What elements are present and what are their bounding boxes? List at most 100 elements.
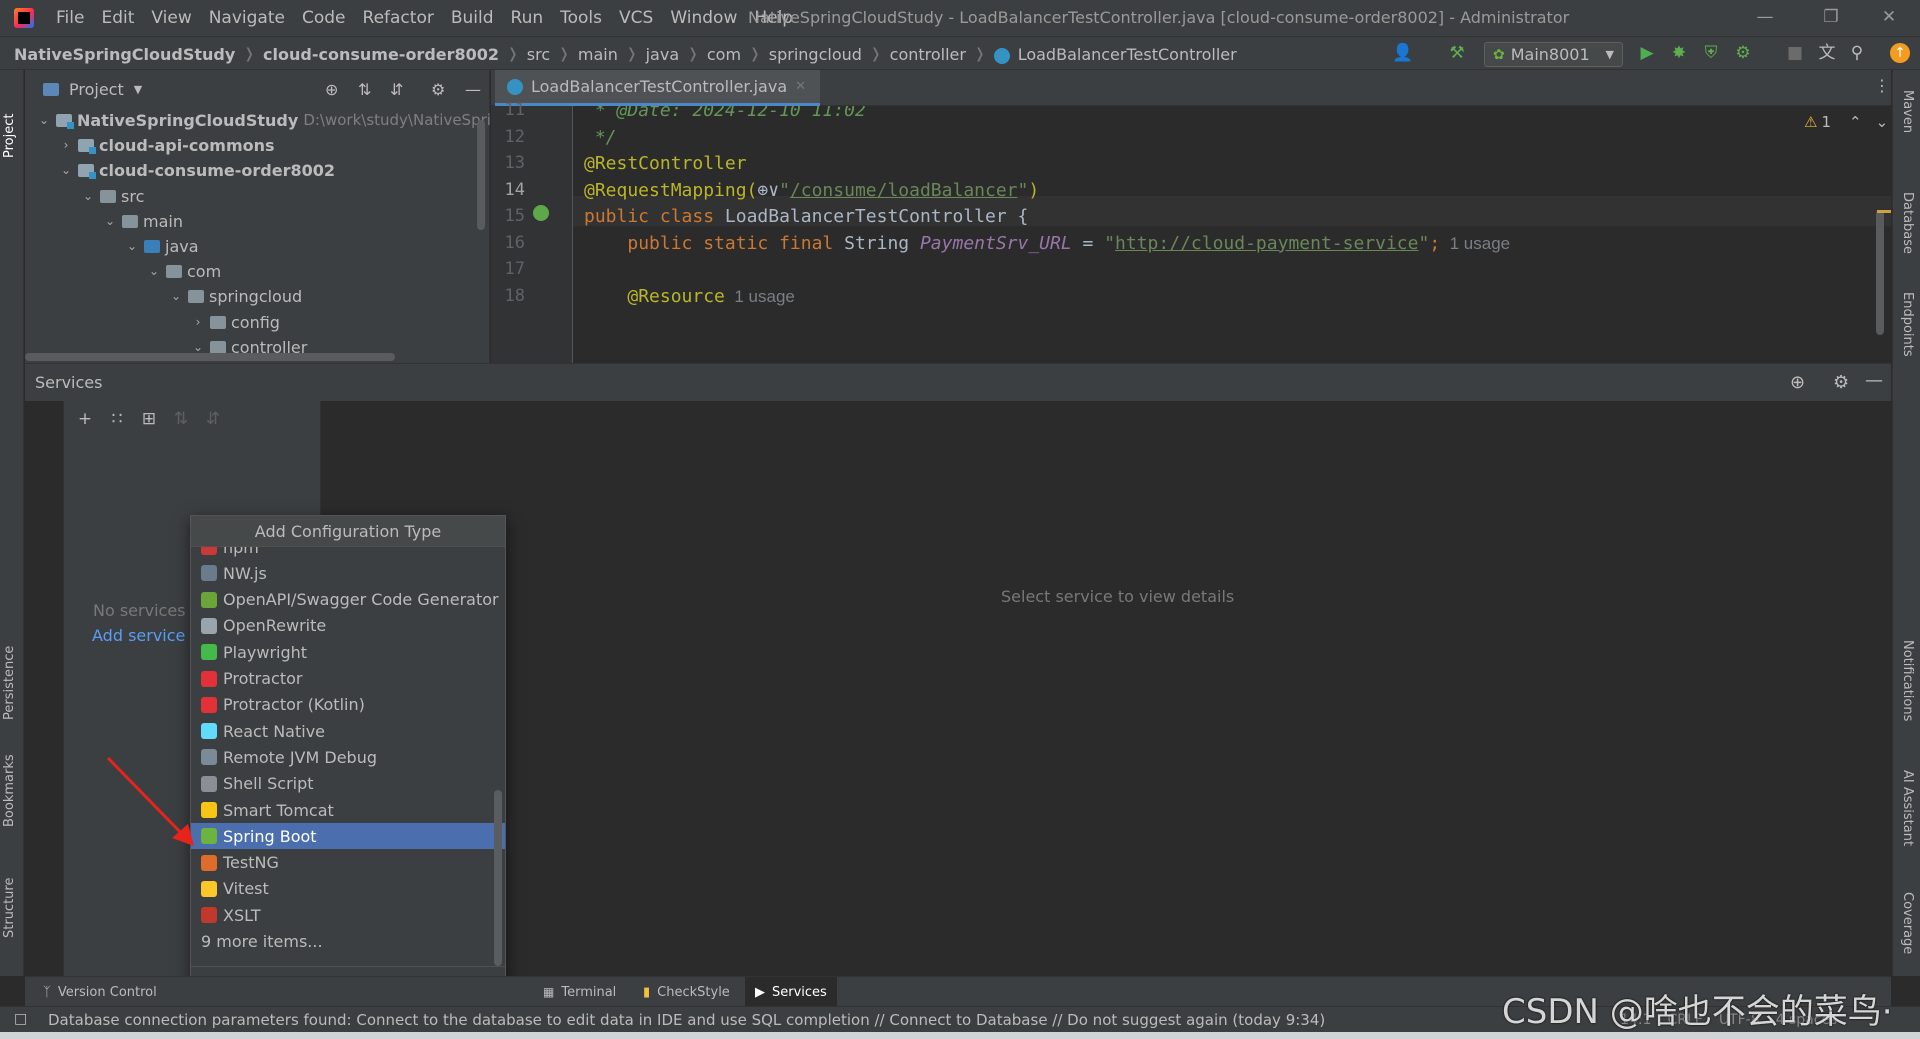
breadcrumb-com[interactable]: com [707,45,741,64]
code-line[interactable]: */ [584,127,617,148]
chevron-down-icon[interactable]: ⌄ [81,184,95,209]
chevron-up-icon[interactable]: ⌃ [1849,113,1862,131]
spring-boot-option[interactable]: Spring Boot [191,823,505,850]
terminal-tab[interactable]: ▦ Terminal [533,977,626,1007]
warning-stripe[interactable] [1877,210,1891,213]
popup-scrollbar[interactable] [494,790,502,966]
menu-refactor[interactable]: Refactor [363,0,434,36]
ai-assistant-tool-tab[interactable]: AI Assistant [1900,770,1915,846]
breadcrumb-springcloud[interactable]: springcloud [769,45,862,64]
menu-edit[interactable]: Edit [101,0,134,36]
code-line[interactable]: @RequestMapping(⊕∨"/consume/loadBalancer… [584,180,1039,201]
minimize-icon[interactable]: — [1742,0,1788,36]
gear-icon[interactable]: ⚙ [431,80,445,99]
configuration-type-option[interactable]: 9 more items... [191,929,505,955]
tree-node[interactable]: ⌄ src [81,184,144,209]
configuration-type-option[interactable]: React Native [191,718,505,744]
breadcrumb-project[interactable]: NativeSpringCloudStudy [14,45,235,64]
chevron-down-icon[interactable]: ⌄ [37,108,51,133]
configuration-type-option[interactable]: Protractor (Kotlin) [191,692,505,718]
menu-code[interactable]: Code [302,0,346,36]
configuration-type-option[interactable]: XSLT [191,902,505,928]
run-icon[interactable]: ▶ [1636,42,1658,64]
breadcrumb-src[interactable]: src [527,45,550,64]
breadcrumb-java[interactable]: java [646,45,680,64]
coverage-tool-tab[interactable]: Coverage [1900,892,1915,954]
tree-node[interactable]: › cloud-api-commons [59,133,275,158]
editor-tab[interactable]: LoadBalancerTestController.java ✕ [495,70,821,106]
configuration-type-option[interactable]: Protractor [191,666,505,692]
configuration-type-option[interactable]: npm [191,547,505,560]
tree-node[interactable]: ⌄ NativeSpringCloudStudy D:\work\study\Nat… [37,108,490,133]
add-icon[interactable]: + [76,410,94,428]
tree-node[interactable]: ⌄ springcloud [169,284,302,309]
gear-icon[interactable]: ⚙ [1833,372,1849,393]
search-icon[interactable]: ⚲ [1846,42,1868,64]
expand-all-icon[interactable]: ⇅ [358,80,371,99]
restore-icon[interactable]: ❐ [1808,0,1854,36]
checkstyle-tab[interactable]: ▮ CheckStyle [633,977,740,1007]
project-tool-tab[interactable]: Project [2,114,17,158]
breadcrumb-module[interactable]: cloud-consume-order8002 [263,45,499,64]
code-line[interactable]: @RestController [584,153,747,174]
more-options-icon[interactable]: ⋮ [1874,76,1890,95]
chevron-down-icon[interactable]: ▼ [134,83,142,96]
locate-icon[interactable]: ⊕ [325,80,338,99]
hide-panel-icon[interactable]: — [1865,370,1883,391]
translate-icon[interactable]: 文 [1816,42,1838,64]
close-icon[interactable]: ✕ [1866,0,1912,36]
close-tab-icon[interactable]: ✕ [795,79,806,94]
tree-node[interactable]: ⌄ java [125,234,199,259]
code-line[interactable]: public static final String PaymentSrv_UR… [584,233,1510,254]
user-icon[interactable]: 👤 [1392,42,1414,64]
code-line[interactable]: public class LoadBalancerTestController … [584,206,1028,227]
configuration-type-option[interactable]: Remote JVM Debug [191,744,505,770]
debug-icon[interactable]: ✸ [1668,42,1690,64]
configuration-type-option[interactable]: Vitest [191,876,505,902]
project-panel-title[interactable]: Project [69,80,124,99]
menu-navigate[interactable]: Navigate [209,0,285,36]
chevron-right-icon[interactable]: › [191,310,205,335]
inspection-widget[interactable]: ⚠ 1 ⌃ ⌄ [1804,113,1888,131]
stop-icon[interactable]: ■ [1784,42,1806,64]
update-icon[interactable]: ↑ [1890,43,1910,63]
editor-vertical-scrollbar[interactable] [1876,210,1884,335]
chevron-right-icon[interactable]: › [59,133,73,158]
code-area[interactable]: * @Date: 2024-12-10 11:02 */ @RestControl… [491,106,1891,363]
collapse-all-icon[interactable]: ⇵ [390,80,403,99]
configuration-type-option[interactable]: NW.js [191,560,505,586]
breadcrumb-class[interactable]: LoadBalancerTestController [1018,45,1237,64]
chevron-down-icon[interactable]: ⌄ [169,284,183,309]
menu-tools[interactable]: Tools [560,0,602,36]
coverage-icon[interactable]: ⛨ [1700,42,1722,64]
configuration-type-option[interactable]: Playwright [191,639,505,665]
code-line[interactable]: @Resource 1 usage [584,286,795,307]
configuration-type-option[interactable]: OpenAPI/Swagger Code Generator [191,587,505,613]
database-tool-tab[interactable]: Database [1900,192,1915,254]
tree-node[interactable]: › config [191,310,280,335]
chevron-down-icon[interactable]: ⌄ [59,158,73,183]
project-horizontal-scrollbar[interactable] [25,353,395,361]
chevron-down-icon[interactable]: ⌄ [103,209,117,234]
menu-view[interactable]: View [151,0,191,36]
chevron-down-icon[interactable]: ⌄ [125,234,139,259]
breadcrumb-main[interactable]: main [578,45,618,64]
status-message[interactable]: Database connection parameters found: Co… [48,1007,1325,1033]
chevron-down-icon[interactable]: ⌄ [1876,113,1889,131]
toggle-panels-icon[interactable]: □ [14,1011,27,1027]
maven-tool-tab[interactable]: Maven [1900,90,1915,133]
breadcrumb-controller[interactable]: controller [890,45,966,64]
menu-vcs[interactable]: VCS [619,0,653,36]
endpoints-tool-tab[interactable]: Endpoints [1900,292,1915,357]
bookmarks-tool-tab[interactable]: Bookmarks [2,754,17,827]
menu-file[interactable]: File [56,0,84,36]
notifications-tool-tab[interactable]: Notifications [1900,640,1915,721]
chevron-down-icon[interactable]: ⌄ [147,259,161,284]
tree-node[interactable]: ⌄ com [147,259,221,284]
group-icon[interactable]: ∷ [108,410,126,428]
add-service-link[interactable]: Add service [92,626,185,645]
configuration-type-option[interactable]: TestNG [191,850,505,876]
tree-node[interactable]: ⌄ cloud-consume-order8002 [59,158,335,183]
menu-build[interactable]: Build [451,0,494,36]
run-configuration-select[interactable]: ✿ Main8001 ▼ [1484,42,1623,67]
